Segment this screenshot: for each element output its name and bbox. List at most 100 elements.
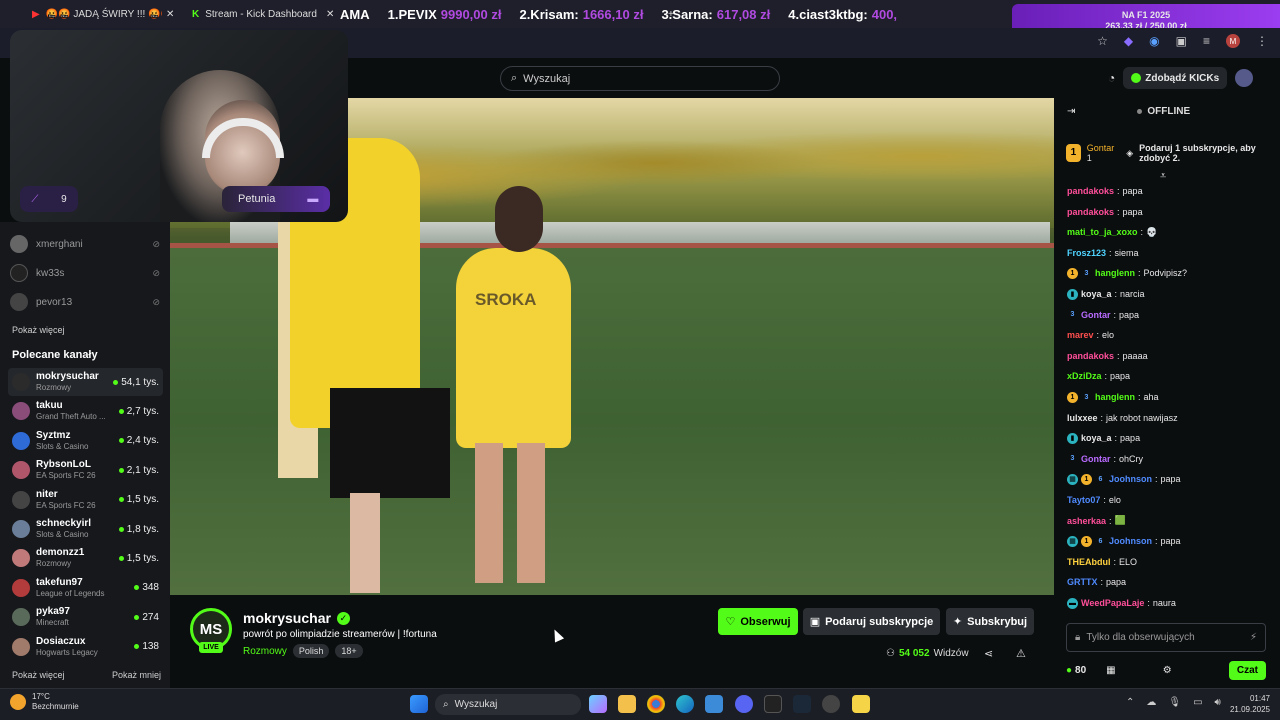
mic-icon[interactable]: 🎙︎ <box>1168 697 1181 708</box>
chat-username[interactable]: Gontar <box>1081 454 1111 464</box>
user-avatar[interactable] <box>1235 69 1254 87</box>
chat-username[interactable]: WeedPapaLaje <box>1081 598 1144 608</box>
get-kicks-button[interactable]: Zdobądź KICKs <box>1123 67 1228 89</box>
recommended-channel[interactable]: mokrysuchar Rozmowy 54,1 tys. <box>8 368 163 396</box>
chat-username[interactable]: xDziDza <box>1067 371 1102 381</box>
share-icon[interactable]: ⋖ <box>984 647 993 660</box>
windows-start-icon[interactable] <box>410 695 428 713</box>
notifications-icon[interactable]: ◔ <box>1108 71 1115 85</box>
chat-username[interactable]: GRTTX <box>1067 577 1098 587</box>
gift-subs-button[interactable]: ▣ Podaruj subskrypcje <box>803 608 940 635</box>
recommended-channel[interactable]: niter EA Sports FC 26 1,5 tys. <box>8 486 163 514</box>
profile-avatar[interactable]: M <box>1226 34 1240 48</box>
chat-username[interactable]: koya_a <box>1081 289 1112 299</box>
viewers-label: Widzów <box>933 648 969 659</box>
chat-username[interactable]: koya_a <box>1081 433 1112 443</box>
tab-stream[interactable]: ▶ 🤬🤬 JADĄ ŚWIRY !!! 🤬🤬#2 <box>32 4 162 24</box>
chrome-icon[interactable] <box>647 695 665 713</box>
chevron-up-icon[interactable]: ⌃ <box>1126 697 1134 708</box>
channel-info: niter EA Sports FC 26 <box>36 489 96 511</box>
subscribe-button[interactable]: ✦ Subskrybuj <box>946 608 1034 635</box>
chat-colon: : <box>1109 247 1112 258</box>
chat-username[interactable]: Gontar <box>1081 310 1111 320</box>
recommended-channel[interactable]: Syztmz Slots & Casino 2,4 tys. <box>8 427 163 455</box>
avatar <box>10 235 28 253</box>
chat-username[interactable]: pandakoks <box>1067 186 1114 196</box>
recommended-channel[interactable]: schneckyirl Slots & Casino 1,8 tys. <box>8 515 163 543</box>
temperature: 17°C <box>32 692 50 701</box>
category-link[interactable]: Rozmowy <box>243 646 287 657</box>
recommended-channel[interactable]: RybsonLoL EA Sports FC 26 2,1 tys. <box>8 456 163 484</box>
sidebar-item-offline[interactable]: xmerghani ⊘ <box>10 234 160 254</box>
show-more-link[interactable]: Pokaż więcej <box>12 670 65 680</box>
chat-text: papa <box>1122 206 1143 217</box>
sidebar-item-offline[interactable]: kw33s ⊘ <box>10 263 160 283</box>
gear-icon[interactable]: ⚙ <box>1163 665 1172 676</box>
chat-username[interactable]: lulxxee <box>1067 413 1098 423</box>
store-icon[interactable] <box>705 695 723 713</box>
weather-widget[interactable]: 17°C Bezchmurnie <box>10 692 79 712</box>
chat-username[interactable]: hanglenn <box>1095 392 1135 402</box>
tab-kick-dashboard[interactable]: K Stream - Kick Dashboard <box>192 4 322 24</box>
chat-username[interactable]: Tayto07 <box>1067 495 1100 505</box>
recommended-channel[interactable]: Dosiaczux Hogwarts Legacy 138 <box>8 633 163 661</box>
clock[interactable]: 01:47 21.09.2025 <box>1226 693 1270 715</box>
search-input[interactable]: ⌕ Wyszukaj <box>500 66 780 91</box>
chat-username[interactable]: mati_to_ja_xoxo <box>1067 227 1138 237</box>
chat-colon: : <box>1100 412 1104 423</box>
chat-username[interactable]: marev <box>1067 330 1094 340</box>
discord-icon[interactable] <box>735 695 753 713</box>
recommended-channel[interactable]: takefun97 League of Legends 348 <box>8 574 163 602</box>
tag[interactable]: Polish <box>292 644 330 658</box>
volume-icon[interactable]: 🔊︎ <box>1215 697 1221 708</box>
chat-username[interactable]: asherkaa <box>1067 516 1106 526</box>
network-icon[interactable]: ▭ <box>1193 697 1202 708</box>
recommended-channel[interactable]: pyka97 Minecraft 274 <box>8 603 163 631</box>
chat-username[interactable]: pandakoks <box>1067 351 1114 361</box>
app-icon[interactable] <box>764 695 782 713</box>
folder-icon[interactable] <box>618 695 636 713</box>
edge-icon[interactable] <box>676 695 694 713</box>
follow-button[interactable]: ♡ Obserwuj <box>718 608 798 635</box>
menu-icon[interactable]: ⋮ <box>1256 34 1268 48</box>
cloud-icon[interactable]: ☁ <box>1146 697 1156 708</box>
send-chat-button[interactable]: Czat <box>1228 660 1266 680</box>
recommended-channel[interactable]: takuu Grand Theft Auto ... 2,7 tys. <box>8 397 163 425</box>
chat-username[interactable]: pandakoks <box>1067 207 1114 217</box>
store-icon[interactable]: ▦ <box>1106 665 1115 676</box>
close-tab-icon[interactable]: ✕ <box>166 4 174 24</box>
star-icon[interactable]: ☆ <box>1097 34 1108 48</box>
chat-username[interactable]: hanglenn <box>1095 268 1135 278</box>
tag[interactable]: 18+ <box>335 644 363 658</box>
close-tab-icon[interactable]: ✕ <box>326 4 334 24</box>
weather-label: Bezchmurnie <box>32 702 79 711</box>
show-more-link[interactable]: Pokaż więcej <box>12 325 65 335</box>
chat-colon: : <box>1103 495 1106 505</box>
steam-icon[interactable] <box>793 695 811 713</box>
copilot-icon[interactable] <box>589 695 607 713</box>
recommended-channel[interactable]: demonzz1 Rozmowy 1,5 tys. <box>8 544 163 572</box>
sidebar-item-offline[interactable]: pevor13 ⊘ <box>10 292 160 312</box>
app-icon[interactable] <box>822 695 840 713</box>
chat-username[interactable]: Frosz123 <box>1067 248 1106 258</box>
chat-input[interactable]: 🔒︎ Tylko dla obserwujących ⚡ <box>1066 623 1266 652</box>
emote-icon[interactable]: ⚡ <box>1250 632 1257 643</box>
audio-icon[interactable]: ◉ <box>1149 34 1159 48</box>
show-less-link[interactable]: Pokaż mniej <box>112 670 161 680</box>
app-icon[interactable] <box>852 695 870 713</box>
points-value[interactable]: 80 <box>1075 665 1086 676</box>
taskbar-search[interactable]: ⌕ Wyszukaj <box>435 694 581 715</box>
chat-username[interactable]: Joohnson <box>1109 474 1152 484</box>
viewer-number: 54 052 <box>898 648 930 659</box>
chat-text: ohCry <box>1119 453 1144 464</box>
viewer-count: 1,5 tys. <box>118 494 163 505</box>
sword-icon: ⟋ <box>31 193 39 205</box>
chat-username[interactable]: Joohnson <box>1109 536 1152 546</box>
puzzle-icon[interactable]: ▣ <box>1176 34 1187 48</box>
channel-name[interactable]: mokrysuchar <box>243 610 331 626</box>
collapse-chat-icon[interactable]: ⇥ <box>1067 106 1075 117</box>
report-icon[interactable]: ⚠ <box>1016 647 1026 660</box>
playlist-icon[interactable]: ≡ <box>1203 34 1210 48</box>
extension-icon[interactable]: ◆ <box>1124 34 1133 48</box>
chat-username[interactable]: THEAbdul <box>1067 557 1111 567</box>
